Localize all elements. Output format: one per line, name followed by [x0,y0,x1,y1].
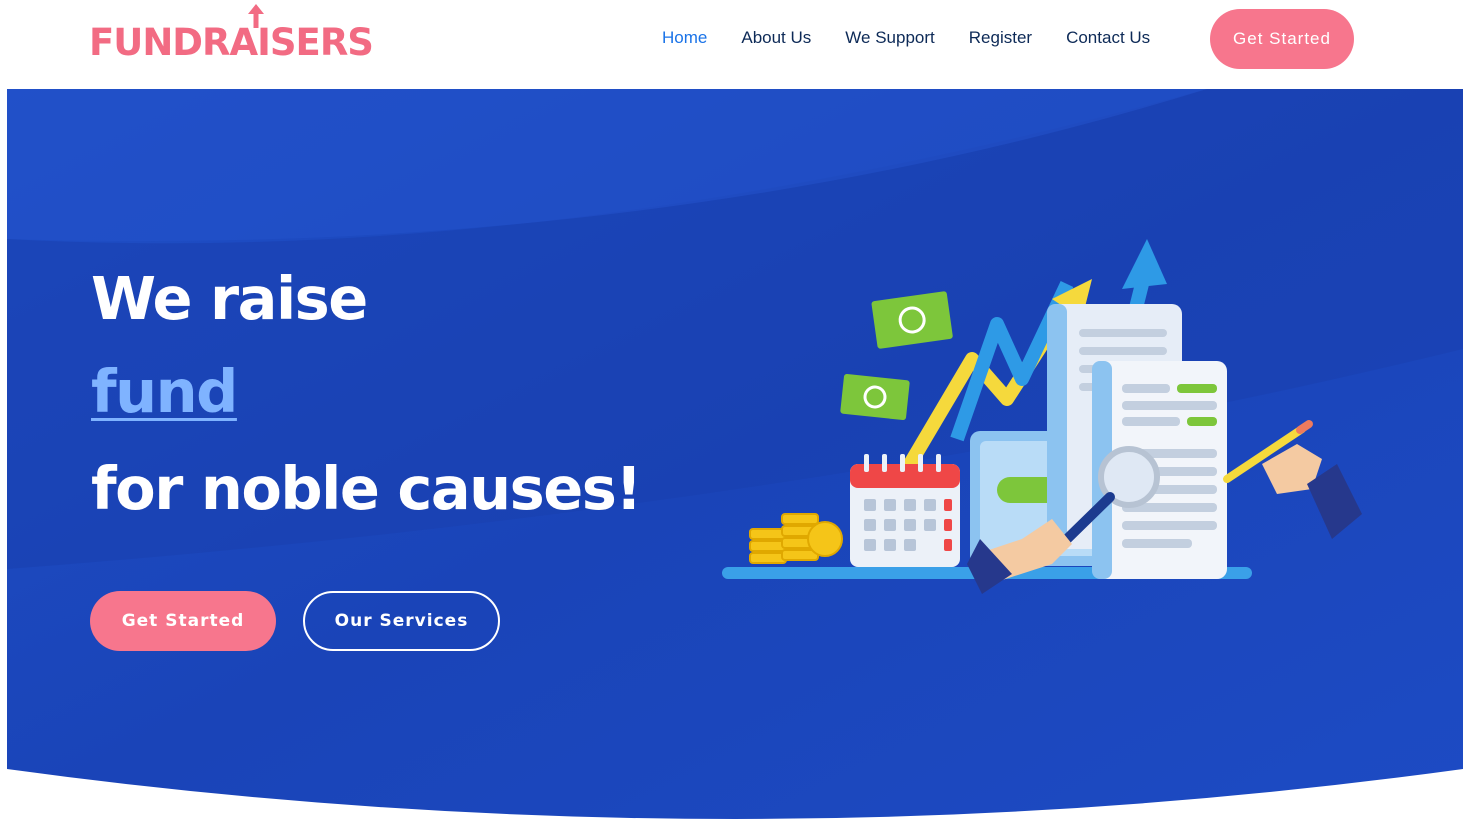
header-get-started-button[interactable]: Get Started [1210,9,1354,69]
hero-heading-highlight[interactable]: fund [91,357,238,426]
nav-item-home[interactable]: Home [662,28,707,48]
get-started-button[interactable]: Get Started [90,591,276,651]
site-header: FUNDRAISERS Home About Us We Support Reg… [0,0,1470,89]
nav-item-contact-us[interactable]: Contact Us [1066,28,1150,48]
nav-item-we-support[interactable]: We Support [845,28,934,48]
hero-heading-line-3: for noble causes! [91,454,642,523]
hero-section: We raise fund for noble causes! Get Star… [7,89,1463,831]
nav-item-register[interactable]: Register [969,28,1032,48]
brand-logo-text: FUNDRAISERS [89,21,374,64]
hero-heading-line-1: We raise [91,264,368,333]
main-nav: Home About Us We Support Register Contac… [662,0,1184,76]
arrow-up-icon [248,4,264,28]
brand-logo[interactable]: FUNDRAISERS [89,4,374,70]
finance-growth-illustration-icon [722,239,1362,594]
nav-item-about-us[interactable]: About Us [741,28,811,48]
our-services-button[interactable]: Our Services [303,591,500,651]
